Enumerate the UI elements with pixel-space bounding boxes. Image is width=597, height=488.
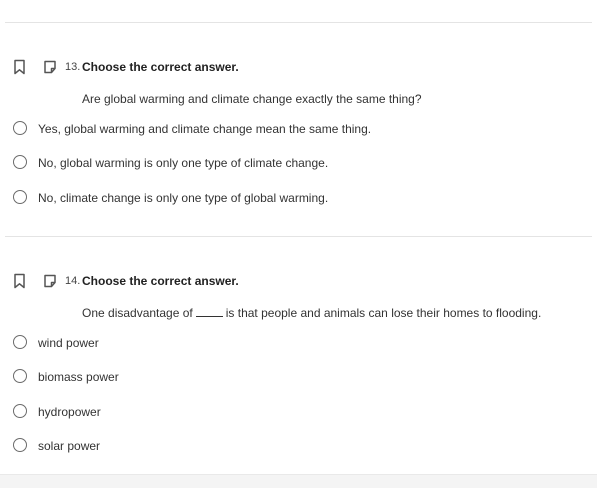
option-label: wind power (38, 336, 99, 350)
question-header: 13. Choose the correct answer. (0, 59, 597, 77)
prompt-text-after: is that people and animals can lose thei… (225, 306, 542, 320)
answer-option[interactable]: Yes, global warming and climate change m… (13, 121, 573, 137)
option-label: solar power (38, 439, 101, 453)
answer-option[interactable]: biomass power (13, 369, 573, 385)
prompt-text-before: One disadvantage of (82, 306, 193, 320)
question-title: Choose the correct answer. (82, 60, 239, 74)
radio-button[interactable] (13, 155, 27, 169)
question-divider (5, 236, 592, 237)
option-label: biomass power (38, 370, 119, 384)
question-14: 14. Choose the correct answer. One disad… (0, 273, 597, 463)
answer-option[interactable]: solar power (13, 438, 573, 454)
option-label: No, climate change is only one type of g… (38, 191, 329, 205)
radio-button[interactable] (13, 438, 27, 452)
radio-button[interactable] (13, 369, 27, 383)
top-divider (5, 22, 592, 23)
option-label: hydropower (38, 405, 101, 419)
note-icon[interactable] (43, 274, 57, 288)
option-label: Yes, global warming and climate change m… (38, 122, 372, 136)
radio-button[interactable] (13, 404, 27, 418)
answer-option[interactable]: No, global warming is only one type of c… (13, 155, 573, 171)
radio-button[interactable] (13, 121, 27, 135)
answer-option[interactable]: No, climate change is only one type of g… (13, 190, 573, 206)
question-number: 13. (65, 61, 81, 73)
bottom-band (0, 474, 597, 488)
question-13: 13. Choose the correct answer. Are globa… (0, 59, 597, 219)
question-header: 14. Choose the correct answer. (0, 273, 597, 291)
radio-button[interactable] (13, 190, 27, 204)
answer-option[interactable]: hydropower (13, 404, 573, 420)
question-prompt: Are global warming and climate change ex… (82, 92, 422, 106)
question-title: Choose the correct answer. (82, 274, 239, 288)
note-icon[interactable] (43, 60, 57, 74)
bookmark-icon[interactable] (13, 59, 26, 75)
bookmark-icon[interactable] (13, 273, 26, 289)
answer-option[interactable]: wind power (13, 335, 573, 351)
question-number: 14. (65, 275, 81, 287)
option-label: No, global warming is only one type of c… (38, 156, 329, 170)
question-prompt: One disadvantage of is that people and an… (82, 306, 541, 320)
radio-button[interactable] (13, 335, 27, 349)
fill-in-blank (195, 306, 223, 317)
